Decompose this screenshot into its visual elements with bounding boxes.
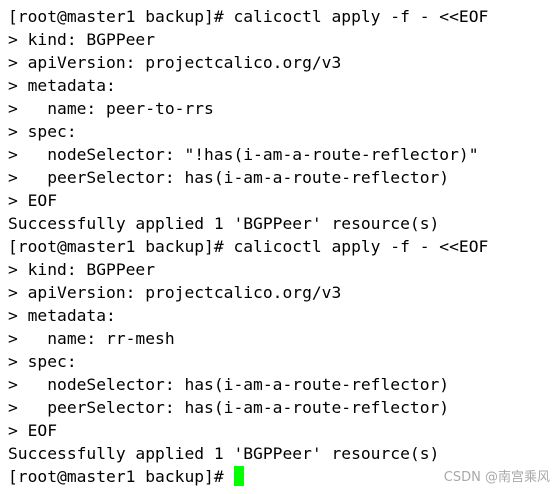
heredoc-line: > nodeSelector: has(i-am-a-route-reflect… bbox=[8, 375, 450, 394]
heredoc-line: > spec: bbox=[8, 122, 77, 141]
heredoc-line: > name: rr-mesh bbox=[8, 329, 175, 348]
heredoc-line: > metadata: bbox=[8, 76, 116, 95]
terminal-window[interactable]: [root@master1 backup]# calicoctl apply -… bbox=[0, 0, 560, 494]
output-line: Successfully applied 1 'BGPPeer' resourc… bbox=[8, 444, 440, 463]
heredoc-line: > apiVersion: projectcalico.org/v3 bbox=[8, 283, 342, 302]
command-line: [root@master1 backup]# calicoctl apply -… bbox=[8, 237, 489, 256]
heredoc-line: > EOF bbox=[8, 421, 58, 440]
command-line: [root@master1 backup]# calicoctl apply -… bbox=[8, 7, 489, 26]
heredoc-line: > metadata: bbox=[8, 306, 116, 325]
heredoc-line: > EOF bbox=[8, 191, 58, 210]
terminal-cursor bbox=[234, 466, 245, 486]
output-line: Successfully applied 1 'BGPPeer' resourc… bbox=[8, 214, 440, 233]
heredoc-line: > peerSelector: has(i-am-a-route-reflect… bbox=[8, 398, 450, 417]
heredoc-line: > nodeSelector: "!has(i-am-a-route-refle… bbox=[8, 145, 479, 164]
heredoc-line: > kind: BGPPeer bbox=[8, 260, 156, 279]
heredoc-line: > name: peer-to-rrs bbox=[8, 99, 214, 118]
heredoc-line: > peerSelector: has(i-am-a-route-reflect… bbox=[8, 168, 450, 187]
shell-prompt: [root@master1 backup]# bbox=[8, 467, 234, 486]
watermark: CSDN @南宫乘风 bbox=[443, 470, 550, 485]
heredoc-line: > apiVersion: projectcalico.org/v3 bbox=[8, 53, 342, 72]
heredoc-line: > kind: BGPPeer bbox=[8, 30, 156, 49]
heredoc-line: > spec: bbox=[8, 352, 77, 371]
